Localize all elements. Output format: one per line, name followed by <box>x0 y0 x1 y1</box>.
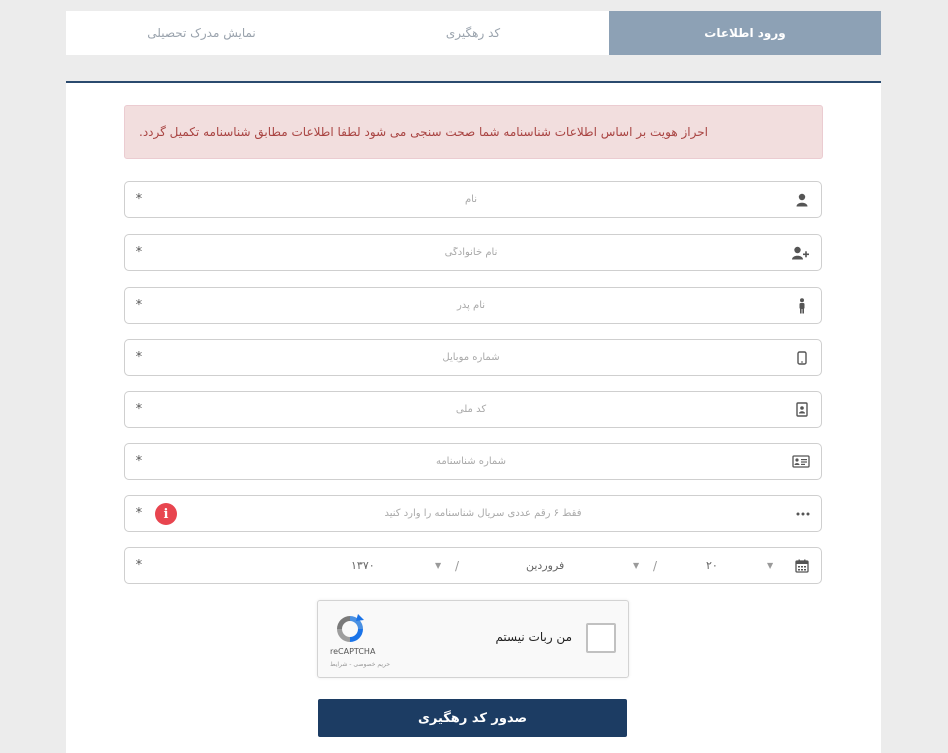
required-marker: * <box>135 192 143 207</box>
serial-input[interactable] <box>185 500 781 527</box>
mobile-input[interactable] <box>161 344 781 371</box>
required-marker: * <box>135 402 143 417</box>
last-name-field: * <box>124 234 822 271</box>
first-name-input[interactable] <box>161 186 781 213</box>
required-marker: * <box>135 454 143 469</box>
id-number-input[interactable] <box>161 448 781 475</box>
recaptcha-terms-link[interactable]: حریم خصوصی - شرایط <box>330 661 390 668</box>
required-marker: * <box>135 350 143 365</box>
national-code-field: * <box>124 391 822 428</box>
tab-bar: ورود اطلاعات کد رهگیری نمایش مدرک تحصیلی <box>66 11 881 55</box>
identity-alert: احراز هویت بر اساس اطلاعات شناسنامه شما … <box>124 105 823 159</box>
info-icon[interactable]: i <box>155 503 177 525</box>
mobile-phone-icon <box>793 340 811 375</box>
required-marker: * <box>135 245 143 260</box>
recaptcha-label: من ربات نیستم <box>495 630 572 644</box>
father-name-field: * <box>124 287 822 324</box>
calendar-icon <box>793 548 811 583</box>
required-marker: * <box>135 298 143 313</box>
ellipsis-icon <box>795 496 811 531</box>
tab-tracking-code[interactable]: کد رهگیری <box>337 11 609 55</box>
user-icon <box>793 182 811 217</box>
serial-field: * i <box>124 495 822 532</box>
issue-tracking-code-button[interactable]: صدور کد رهگیری <box>318 699 627 737</box>
person-standing-icon <box>793 288 811 323</box>
recaptcha-brand: reCAPTCHA <box>330 647 376 656</box>
national-code-input[interactable] <box>161 396 781 423</box>
birth-month-select[interactable]: فروردین <box>526 548 564 583</box>
last-name-input[interactable] <box>161 239 781 266</box>
date-separator: / <box>455 558 460 573</box>
id-card-icon <box>791 444 811 479</box>
id-number-field: * <box>124 443 822 480</box>
date-separator: / <box>653 558 658 573</box>
recaptcha-widget: من ربات نیستم reCAPTCHA حریم خصوصی - شرا… <box>317 600 629 678</box>
mobile-field: * <box>124 339 822 376</box>
chevron-down-icon: ▼ <box>767 561 774 570</box>
tab-data-entry[interactable]: ورود اطلاعات <box>609 11 881 55</box>
chevron-down-icon: ▼ <box>633 561 640 570</box>
first-name-field: * <box>124 181 822 218</box>
chevron-down-icon: ▼ <box>435 561 442 570</box>
birth-year-select[interactable]: ۱۳۷۰ <box>351 548 375 583</box>
birth-day-select[interactable]: ۲۰ <box>706 548 718 583</box>
recaptcha-logo-icon <box>332 611 368 647</box>
form-panel: احراز هویت بر اساس اطلاعات شناسنامه شما … <box>66 81 881 753</box>
id-badge-icon <box>793 392 811 427</box>
alert-text: احراز هویت بر اساس اطلاعات شناسنامه شما … <box>139 125 708 139</box>
father-name-input[interactable] <box>161 292 781 319</box>
required-marker: * <box>135 506 143 521</box>
birth-date-field: * ۱۳۷۰ ▼ / فروردین ▼ / ۲۰ ▼ <box>124 547 822 584</box>
user-plus-icon <box>791 235 811 270</box>
tab-show-certificate[interactable]: نمایش مدرک تحصیلی <box>66 11 337 55</box>
recaptcha-checkbox[interactable] <box>586 623 616 653</box>
required-marker: * <box>135 558 143 573</box>
